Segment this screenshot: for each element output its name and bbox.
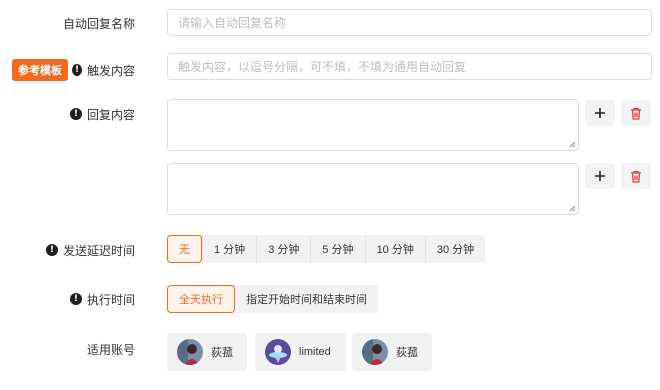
delete-reply-button[interactable] [621,100,651,126]
plus-icon [595,108,605,118]
accounts-label: 适用账号 [86,342,135,357]
trigger-label: ! 触发内容 [72,58,135,82]
add-reply-button[interactable] [585,163,615,189]
avatar [362,339,388,365]
add-reply-button[interactable] [585,100,615,126]
delay-option-1min[interactable]: 1 分钟 [202,235,256,263]
warning-icon: ! [69,108,82,120]
warning-icon: ! [69,293,82,305]
time-option-all-day[interactable]: 全天执行 [167,285,235,313]
trash-icon [631,170,641,183]
avatar [177,339,203,365]
delay-option-3min[interactable]: 3 分钟 [256,235,310,263]
trash-icon [631,107,641,120]
account-card[interactable]: 荻菰 [352,333,432,371]
delay-option-30min[interactable]: 30 分钟 [424,235,485,263]
trigger-content-input[interactable]: 触发内容，以逗号分隔，可不填，不填为通用自动回复 [167,53,652,80]
name-label: 自动回复名称 [62,16,135,31]
warning-icon: ! [45,244,58,256]
delay-option-10min[interactable]: 10 分钟 [364,235,425,263]
delay-option-none[interactable]: 无 [167,235,202,263]
reply-textarea-2[interactable] [167,163,579,215]
delay-label: ! 发送延迟时间 [30,238,135,262]
time-label: ! 执行时间 [60,287,135,311]
delete-reply-button[interactable] [621,163,651,189]
delay-option-5min[interactable]: 5 分钟 [310,235,364,263]
account-card[interactable]: 荻菰 [167,333,247,371]
warning-icon: ! [72,64,82,76]
reference-template-button[interactable]: 参考模板 [12,59,68,81]
avatar [265,339,291,365]
account-card[interactable]: limited [255,333,346,371]
time-option-custom[interactable]: 指定开始时间和结束时间 [235,285,378,313]
delay-segmented-control: 无 1 分钟 3 分钟 5 分钟 10 分钟 30 分钟 [167,235,486,263]
reply-label: ! 回复内容 [60,102,135,126]
resize-handle[interactable] [569,205,576,212]
reply-textarea-1[interactable] [167,99,579,151]
plus-icon [595,171,605,181]
reply-name-input[interactable]: 请输入自动回复名称 [167,9,652,36]
resize-handle[interactable] [569,141,576,148]
time-segmented-control: 全天执行 指定开始时间和结束时间 [167,285,378,313]
